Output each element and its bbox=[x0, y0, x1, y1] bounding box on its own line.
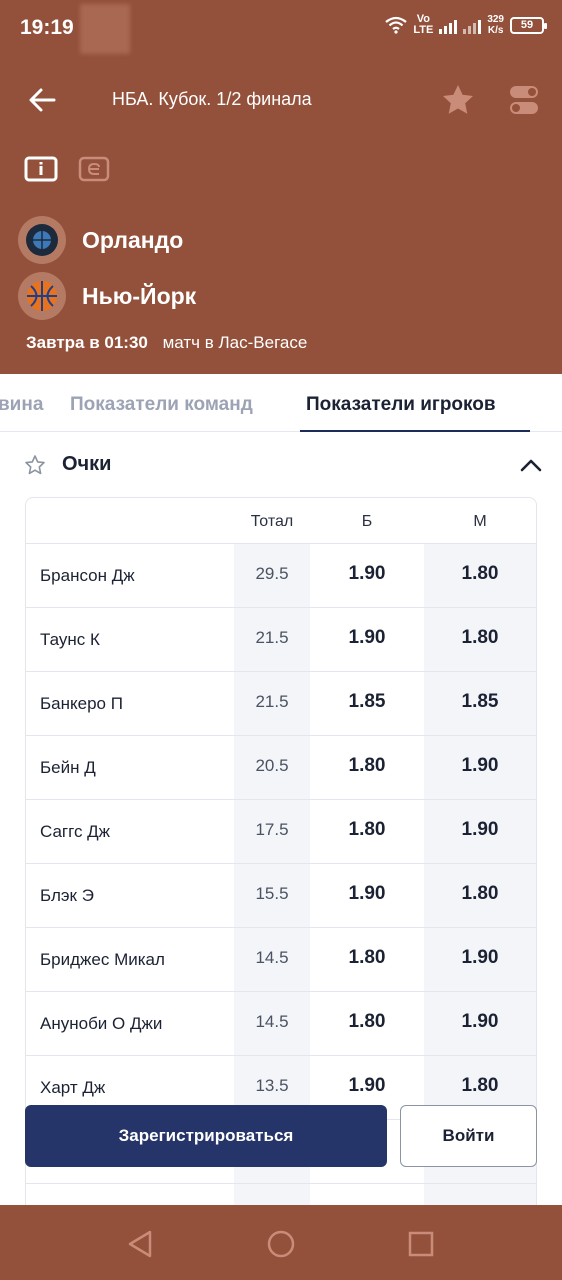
odd-under-button[interactable]: 1.85 bbox=[424, 691, 536, 713]
odd-under-button[interactable]: 1.80 bbox=[424, 1075, 536, 1097]
player-name: Ануноби О Джи bbox=[40, 1014, 163, 1033]
total-line: 21.5 bbox=[255, 692, 289, 711]
battery-icon: 59 bbox=[510, 16, 547, 34]
table-body: Брансон Дж 29.5 1.90 1.80 Таунс К 21.5 1.90 1.8… bbox=[26, 544, 536, 1184]
table-row: Ануноби О Джи 14.5 1.80 1.90 bbox=[26, 992, 536, 1056]
player-name: Банкеро П bbox=[40, 694, 123, 713]
odd-over-button[interactable]: 1.90 bbox=[310, 627, 424, 649]
table-row: Саггс Дж 17.5 1.80 1.90 bbox=[26, 800, 536, 864]
total-line: 13.5 bbox=[255, 1076, 289, 1095]
player-name: Брансон Дж bbox=[40, 566, 135, 585]
nav-back-icon[interactable] bbox=[126, 1229, 154, 1259]
odd-over-button[interactable]: 1.80 bbox=[310, 755, 424, 777]
status-time: 19:19 bbox=[20, 16, 74, 39]
header-over: Б bbox=[361, 513, 373, 530]
network-speed: 329 K/s bbox=[487, 14, 504, 36]
total-line: 14.5 bbox=[255, 948, 289, 967]
nav-home-icon[interactable] bbox=[266, 1229, 296, 1259]
tv-view-icon[interactable] bbox=[78, 156, 110, 182]
odd-under-button[interactable]: 1.90 bbox=[424, 819, 536, 841]
odd-under-button[interactable]: 1.80 bbox=[424, 627, 536, 649]
tab-partial[interactable]: вина bbox=[0, 394, 43, 416]
table-row: Брансон Дж 29.5 1.90 1.80 bbox=[26, 544, 536, 608]
team-away: Нью-Йорк bbox=[18, 272, 196, 320]
nav-recent-apps-icon[interactable] bbox=[408, 1231, 434, 1257]
points-section-header[interactable]: Очки bbox=[0, 440, 562, 490]
player-name: Харт Дж bbox=[40, 1078, 106, 1097]
player-name: Бейн Д bbox=[40, 758, 96, 777]
status-bar: 19:19 Vo LTE 329 K/s 59 bbox=[0, 0, 562, 56]
star-outline-icon[interactable] bbox=[24, 454, 46, 476]
total-line: 14.5 bbox=[255, 1012, 289, 1031]
page-title: НБА. Кубок. 1/2 финала bbox=[112, 89, 312, 109]
table-row: Блэк Э 15.5 1.90 1.80 bbox=[26, 864, 536, 928]
total-line: 17.5 bbox=[255, 820, 289, 839]
header-under: М bbox=[473, 513, 487, 530]
speed-unit: K/s bbox=[487, 25, 504, 36]
back-arrow-icon[interactable] bbox=[24, 82, 60, 118]
odd-over-button[interactable]: 1.90 bbox=[310, 1075, 424, 1097]
network-lte-label: LTE bbox=[413, 24, 434, 36]
status-icons: Vo LTE 329 K/s 59 bbox=[385, 14, 547, 36]
tab-team-stats[interactable]: Показатели команд bbox=[70, 394, 253, 416]
odd-under-button[interactable]: 1.90 bbox=[424, 1011, 536, 1033]
section-title: Очки bbox=[62, 453, 112, 475]
settings-toggle-icon[interactable] bbox=[508, 82, 540, 118]
signal-icon bbox=[439, 16, 458, 34]
chevron-up-icon[interactable] bbox=[518, 454, 544, 476]
network-type: Vo LTE bbox=[413, 14, 433, 36]
match-date: Завтра в 01:30 bbox=[26, 333, 148, 352]
total-line: 21.5 bbox=[255, 628, 289, 647]
orlando-logo-icon bbox=[18, 216, 66, 264]
match-header: 19:19 Vo LTE 329 K/s 59 НБА. Кубок. 1/2 … bbox=[0, 0, 562, 374]
odd-under-button[interactable]: 1.90 bbox=[424, 947, 536, 969]
active-tab-indicator bbox=[300, 430, 530, 432]
team-home-name: Орландо bbox=[82, 226, 184, 253]
odd-over-button[interactable]: 1.80 bbox=[310, 947, 424, 969]
table-row: Бриджес Микал 14.5 1.80 1.90 bbox=[26, 928, 536, 992]
odd-over-button[interactable]: 1.85 bbox=[310, 691, 424, 713]
total-line: 20.5 bbox=[255, 756, 289, 775]
favorite-star-icon[interactable] bbox=[440, 82, 476, 118]
header-total: Тотал bbox=[250, 513, 294, 530]
match-venue: матч в Лас-Вегасе bbox=[162, 333, 308, 352]
system-nav-bar bbox=[0, 1205, 562, 1280]
info-view-icon[interactable] bbox=[24, 156, 58, 182]
player-name: Таунс К bbox=[40, 630, 100, 649]
player-name: Саггс Дж bbox=[40, 822, 111, 841]
total-line: 15.5 bbox=[255, 884, 289, 903]
login-button[interactable]: Войти bbox=[400, 1105, 537, 1167]
team-home: Орландо bbox=[18, 216, 183, 264]
new-york-logo-icon bbox=[18, 272, 66, 320]
speed-value: 329 bbox=[487, 14, 504, 25]
notification-icon-blurred bbox=[80, 4, 130, 54]
tab-player-stats[interactable]: Показатели игроков bbox=[306, 394, 496, 416]
register-button[interactable]: Зарегистрироваться bbox=[25, 1105, 387, 1167]
table-header: Тотал Б М bbox=[26, 498, 536, 544]
signal-2-icon bbox=[463, 16, 482, 34]
match-info: Завтра в 01:30 матч в Лас-Вегасе bbox=[26, 333, 307, 353]
odd-over-button[interactable]: 1.80 bbox=[310, 1011, 424, 1033]
odd-under-button[interactable]: 1.80 bbox=[424, 883, 536, 905]
odd-over-button[interactable]: 1.90 bbox=[310, 883, 424, 905]
team-away-name: Нью-Йорк bbox=[82, 282, 197, 309]
odd-under-button[interactable]: 1.80 bbox=[424, 563, 536, 585]
table-row: Бейн Д 20.5 1.80 1.90 bbox=[26, 736, 536, 800]
table-row: Банкеро П 21.5 1.85 1.85 bbox=[26, 672, 536, 736]
odd-under-button[interactable]: 1.90 bbox=[424, 755, 536, 777]
player-name: Бриджес Микал bbox=[40, 950, 165, 969]
wifi-icon bbox=[385, 16, 408, 34]
odd-over-button[interactable]: 1.80 bbox=[310, 819, 424, 841]
table-row: Таунс К 21.5 1.90 1.80 bbox=[26, 608, 536, 672]
player-name: Блэк Э bbox=[40, 886, 94, 905]
odd-over-button[interactable]: 1.90 bbox=[310, 563, 424, 585]
total-line: 29.5 bbox=[255, 564, 289, 583]
stats-tabs: вина Показатели команд Показатели игроко… bbox=[0, 374, 562, 432]
